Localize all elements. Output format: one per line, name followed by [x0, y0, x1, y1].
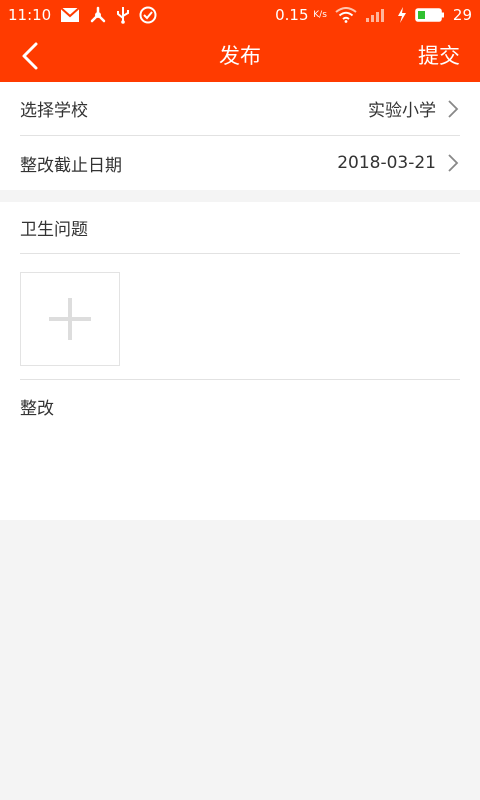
check-circle-icon — [139, 5, 157, 25]
usb-debug-icon — [89, 5, 107, 25]
chevron-right-icon — [446, 153, 460, 173]
chevron-right-icon — [446, 99, 460, 119]
page-title: 发布 — [219, 44, 261, 68]
deadline-row[interactable]: 整改截止日期 2018-03-21 — [20, 136, 460, 190]
network-speed: 0.15 K/s — [275, 5, 327, 25]
wifi-icon — [335, 5, 357, 25]
photo-area — [20, 254, 460, 380]
problem-heading: 卫生问题 — [20, 202, 460, 254]
battery-level: 29 — [452, 6, 472, 24]
back-button[interactable] — [12, 38, 48, 74]
title-bar: 发布 提交 — [0, 30, 480, 82]
select-school-label: 选择学校 — [20, 101, 88, 121]
status-time: 11:10 — [8, 6, 52, 24]
select-school-row[interactable]: 选择学校 实验小学 — [20, 82, 460, 136]
deadline-value: 2018-03-21 — [337, 153, 436, 173]
form-section-basic: 选择学校 实验小学 整改截止日期 2018-03-21 — [0, 82, 480, 190]
deadline-label: 整改截止日期 — [20, 155, 122, 176]
chevron-left-icon — [22, 42, 38, 70]
status-left: 11:10 — [8, 5, 157, 25]
status-bar: 11:10 0.15 K/s 29 — [0, 0, 480, 30]
plus-icon — [49, 298, 91, 340]
rectify-label: 整改 — [20, 398, 54, 419]
signal-icon — [365, 5, 389, 25]
mail-icon — [60, 5, 80, 25]
status-right: 0.15 K/s 29 — [275, 5, 472, 25]
usb-icon — [116, 5, 130, 25]
add-photo-button[interactable] — [20, 272, 120, 366]
charging-icon — [397, 5, 407, 25]
select-school-value: 实验小学 — [368, 101, 436, 121]
network-speed-unit: K/s — [313, 10, 327, 20]
network-speed-value: 0.15 — [275, 6, 309, 24]
battery-icon — [415, 5, 445, 25]
submit-button[interactable]: 提交 — [418, 30, 460, 82]
form-section-problem: 卫生问题 整改 — [0, 202, 480, 520]
